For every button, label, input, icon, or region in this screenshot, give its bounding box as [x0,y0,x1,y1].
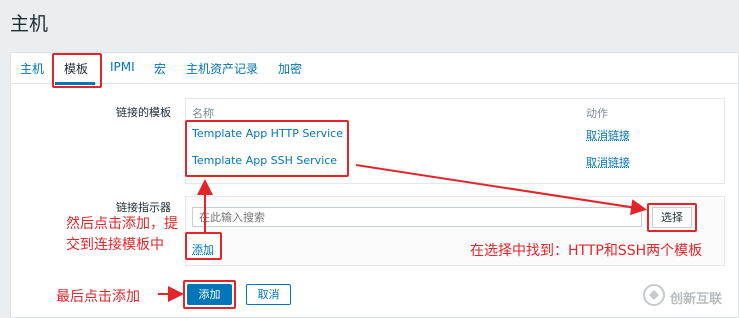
watermark-text: 创新互联 [670,292,723,307]
watermark-logo-icon [643,284,665,306]
unlink-ssh-link[interactable]: 取消链接 [586,154,630,170]
annotation-select-step: 在选择中找到：HTTP和SSH两个模板 [470,243,703,259]
template-link-http[interactable]: Template App HTTP Service [192,127,343,140]
template-search-input[interactable] [192,207,642,227]
tab-templates[interactable]: 模板 [64,60,88,77]
cancel-button[interactable]: 取消 [246,284,291,305]
add-template-link[interactable]: 添加 [192,241,214,257]
add-button[interactable]: 添加 [187,284,232,305]
template-link-ssh[interactable]: Template App SSH Service [192,154,337,167]
select-button[interactable]: 选择 [652,207,692,228]
annotation-add-step-line1: 然后点击添加，提 [66,216,178,232]
page-title: 主机 [10,13,49,35]
unlink-http-link[interactable]: 取消链接 [586,127,630,143]
linked-templates-table [185,98,725,184]
tab-macros[interactable]: 宏 [154,60,166,77]
col-action-header: 动作 [586,107,608,120]
col-name-header: 名称 [192,107,214,120]
tab-ipmi[interactable]: IPMI [110,60,135,74]
tab-host[interactable]: 主机 [20,60,44,77]
tab-encryption[interactable]: 加密 [278,60,302,77]
tab-inventory[interactable]: 主机资产记录 [186,60,258,77]
active-tab-indicator [55,82,95,85]
annotation-add-step-line2: 交到连接模板中 [66,237,164,253]
annotation-final-step: 最后点击添加 [56,289,140,305]
form-panel [10,52,739,318]
linked-templates-label: 链接的模板 [116,106,171,119]
